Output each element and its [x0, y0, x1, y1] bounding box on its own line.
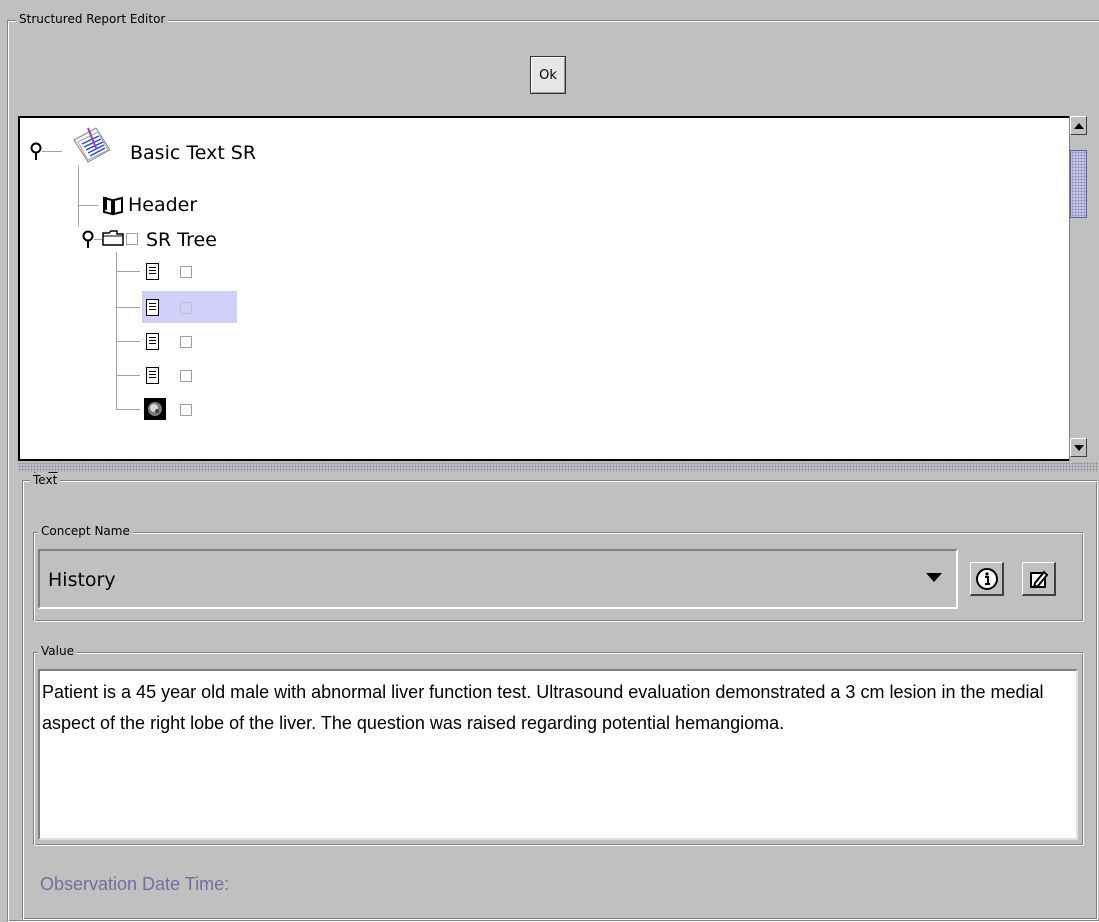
- tree-root-label[interactable]: Basic Text SR: [130, 142, 256, 164]
- value-label: Value: [38, 644, 77, 658]
- concept-name-value: History: [48, 569, 116, 591]
- tree-connector: [116, 271, 140, 272]
- sr-tree-view[interactable]: Basic Text SR Header SR Tree: [18, 116, 1071, 461]
- panel-title: Structured Report Editor: [16, 12, 169, 26]
- arrow-down-icon: [1073, 444, 1084, 451]
- value-textarea[interactable]: Patient is a 45 year old male with abnor…: [38, 669, 1078, 840]
- tree-item-checkbox[interactable]: [180, 266, 192, 278]
- expand-handle-icon[interactable]: [82, 230, 94, 251]
- text-section-title: Text: [30, 473, 61, 487]
- tree-connector: [94, 239, 102, 240]
- concept-name-dropdown[interactable]: History: [38, 549, 958, 609]
- tree-connector: [116, 409, 140, 410]
- text-document-icon[interactable]: [146, 299, 159, 316]
- ok-button[interactable]: Ok: [530, 56, 566, 94]
- edit-button[interactable]: [1022, 562, 1056, 596]
- book-icon: [102, 194, 124, 220]
- image-icon[interactable]: [144, 398, 166, 424]
- scroll-down-button[interactable]: [1070, 438, 1087, 457]
- report-document-icon: [68, 126, 112, 170]
- tree-connector: [78, 166, 79, 226]
- info-button[interactable]: [970, 562, 1004, 596]
- sr-tree-checkbox[interactable]: [126, 233, 138, 245]
- edit-icon: [1029, 570, 1048, 588]
- text-document-icon[interactable]: [146, 333, 159, 350]
- scroll-up-button[interactable]: [1070, 116, 1087, 135]
- chevron-down-icon: [926, 573, 942, 582]
- arrow-up-icon: [1073, 122, 1084, 129]
- tree-item-checkbox[interactable]: [180, 302, 192, 314]
- concept-name-label: Concept Name: [38, 524, 133, 538]
- tree-connector: [116, 252, 117, 410]
- tree-connector: [42, 151, 62, 152]
- split-pane-divider[interactable]: [18, 462, 1098, 472]
- tree-connector: [116, 375, 140, 376]
- tree-connector: [116, 341, 140, 342]
- tree-connector: [116, 307, 140, 308]
- tree-header-label[interactable]: Header: [128, 194, 197, 216]
- folder-icon: [102, 230, 124, 250]
- text-document-icon[interactable]: [146, 367, 159, 384]
- info-icon: [975, 567, 998, 590]
- expand-handle-icon[interactable]: [30, 142, 42, 163]
- tree-item-checkbox[interactable]: [180, 336, 192, 348]
- tree-sr-tree-label[interactable]: SR Tree: [146, 229, 217, 251]
- observation-date-time-label: Observation Date Time:: [40, 874, 230, 894]
- tree-item-checkbox[interactable]: [180, 404, 192, 416]
- text-document-icon: [146, 263, 159, 280]
- tree-connector: [78, 205, 98, 206]
- scrollbar-thumb[interactable]: [1070, 150, 1087, 218]
- tree-scrollbar[interactable]: [1069, 116, 1087, 461]
- tree-item-checkbox[interactable]: [180, 370, 192, 382]
